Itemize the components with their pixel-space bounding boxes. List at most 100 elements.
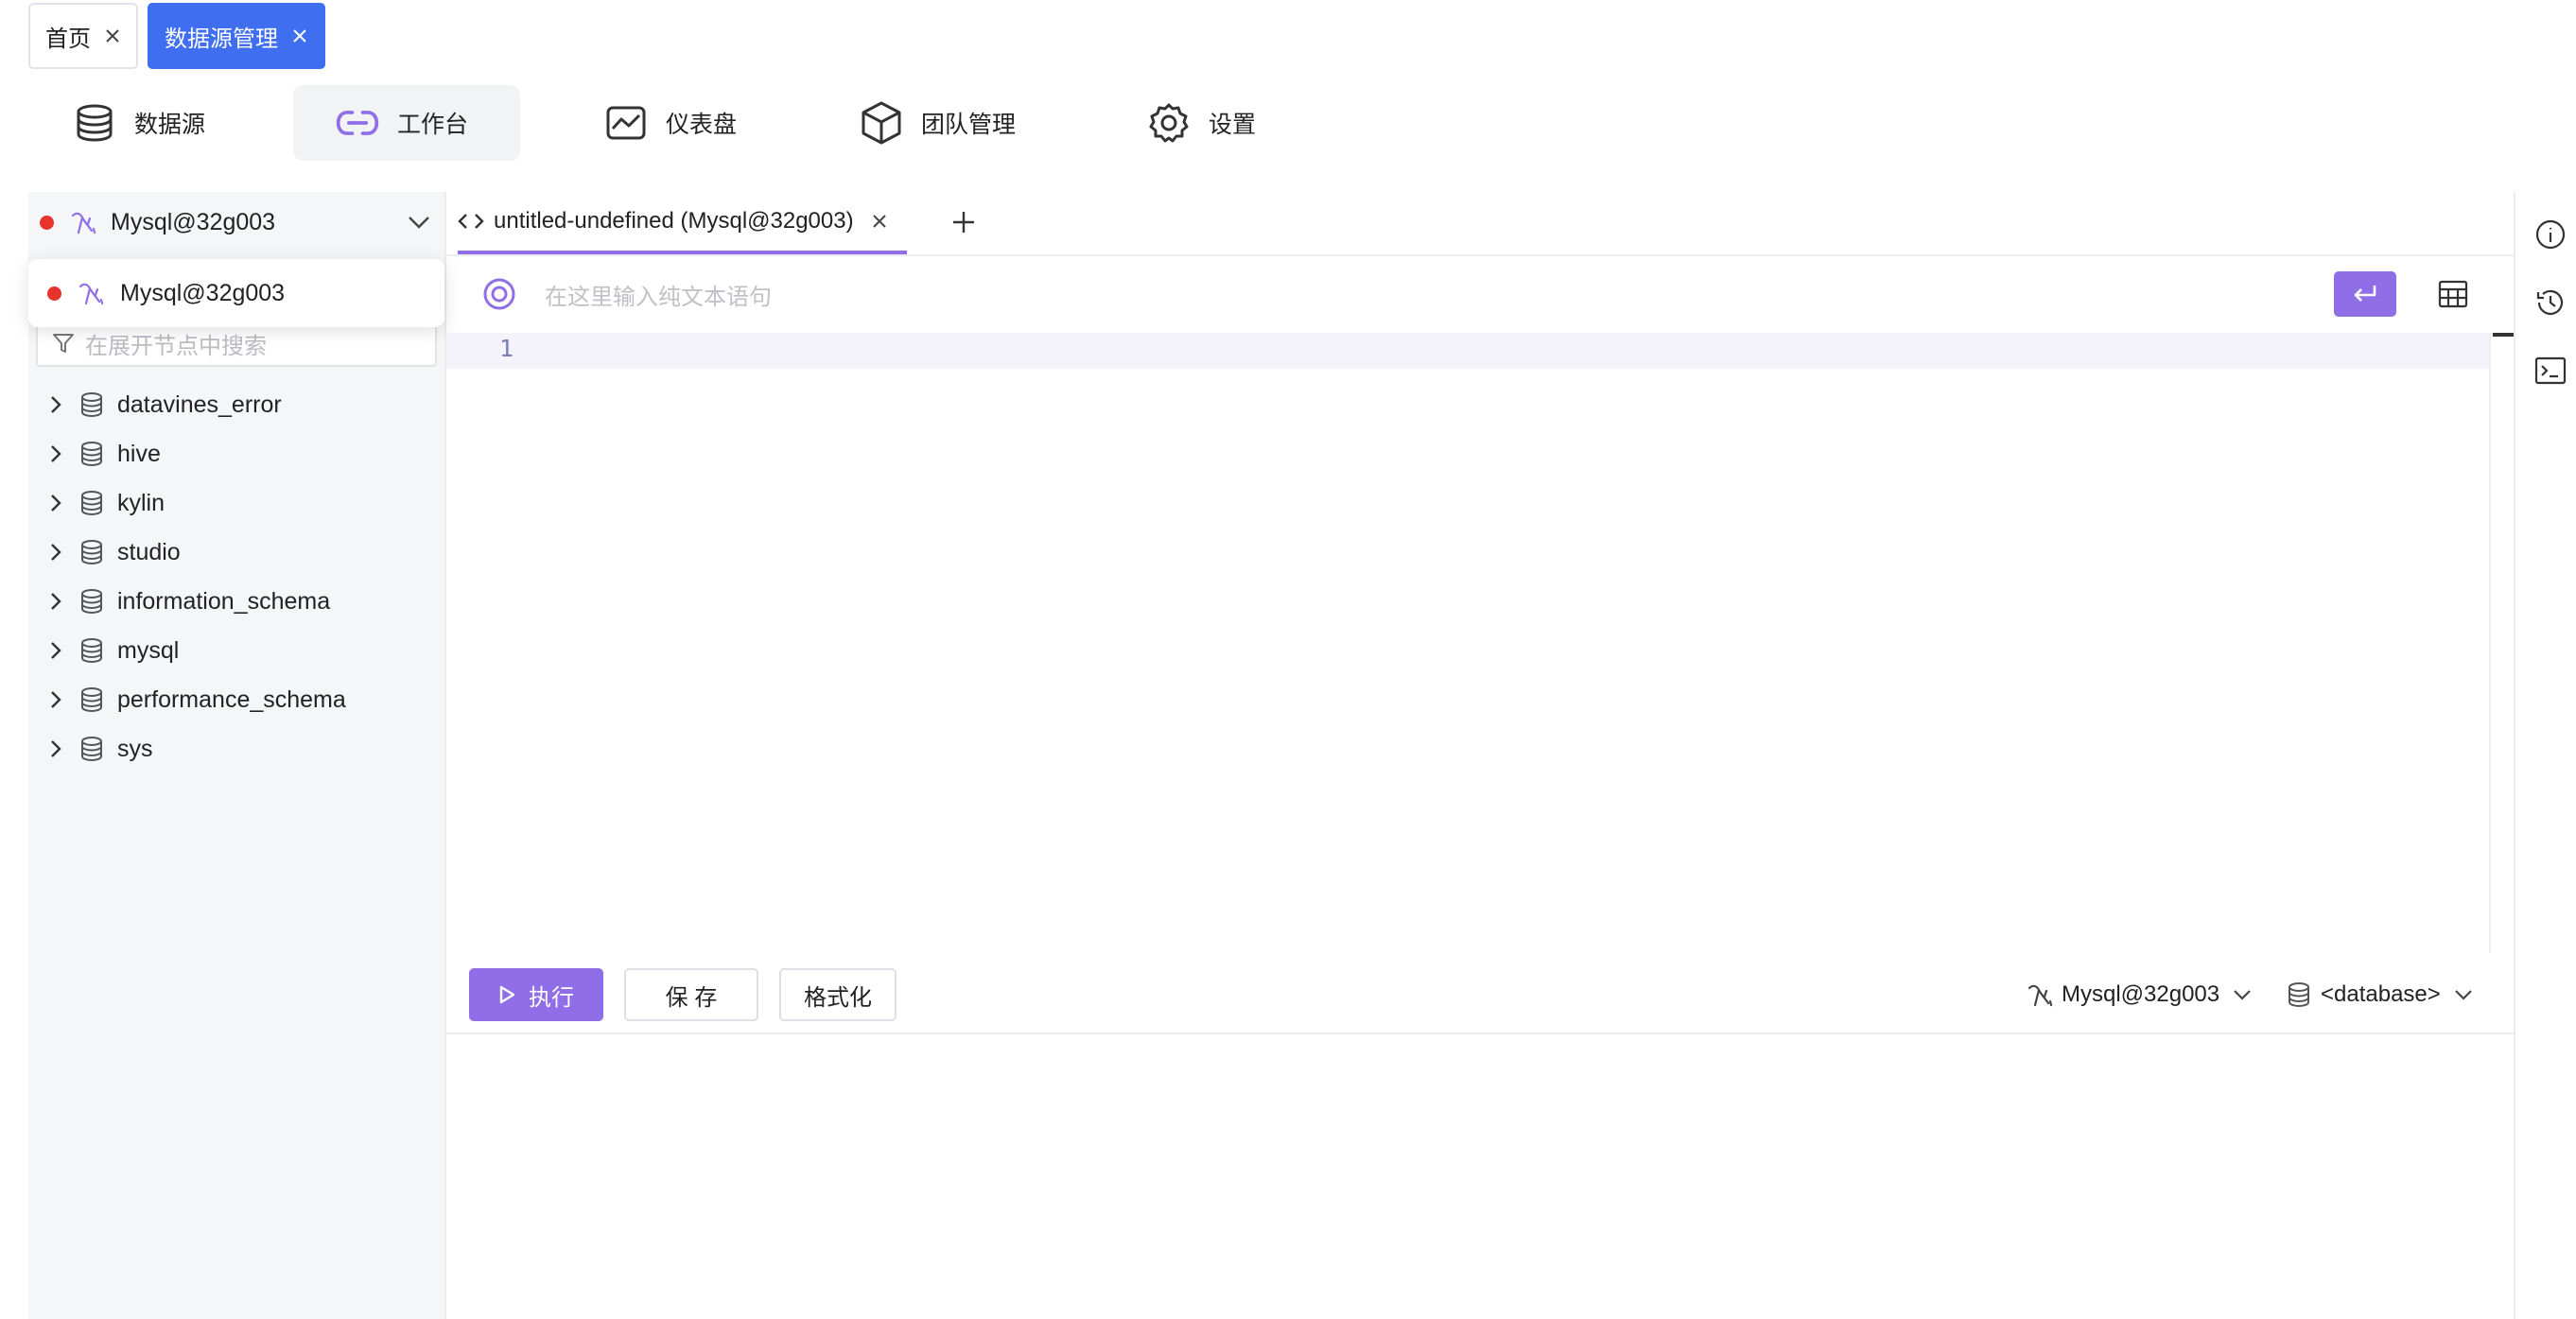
database-icon	[79, 539, 104, 565]
connection-select-value: Mysql@32g003	[2062, 981, 2220, 1007]
cube-icon	[859, 100, 904, 146]
datasource-option-label: Mysql@32g003	[120, 279, 286, 306]
tree-node-label: hive	[117, 440, 161, 467]
mysql-icon	[69, 208, 97, 236]
natural-language-input[interactable]: 在这里输入纯文本语句	[545, 278, 772, 311]
tree-node[interactable]: studio	[28, 528, 444, 577]
status-dot	[47, 286, 61, 301]
datasource-select[interactable]: Mysql@32g003	[28, 194, 444, 251]
database-icon	[79, 736, 104, 762]
datasource-option[interactable]: Mysql@32g003	[28, 279, 444, 307]
tree-node-label: information_schema	[117, 587, 331, 615]
status-dot	[40, 215, 54, 230]
tree-node-label: studio	[117, 538, 181, 565]
database-icon	[79, 637, 104, 664]
editor-tab-label: untitled-undefined (Mysql@32g003)	[494, 208, 854, 234]
tree-node-label: sys	[117, 735, 153, 762]
gear-icon	[1146, 100, 1192, 146]
page-tab-label: 首页	[45, 26, 91, 52]
connection-select[interactable]: Mysql@32g003	[2026, 968, 2252, 1021]
datasource-dropdown: Mysql@32g003	[28, 259, 444, 327]
nav-item-label: 团队管理	[921, 112, 1017, 138]
chevron-right-icon[interactable]	[49, 542, 70, 563]
chevron-down-icon	[2454, 989, 2473, 1000]
nav-item-label: 设置	[1209, 112, 1257, 138]
tree-node[interactable]: datavines_error	[28, 380, 444, 429]
chevron-right-icon[interactable]	[49, 394, 70, 415]
info-icon[interactable]	[2534, 218, 2567, 251]
page-tab-datasource-management[interactable]: 数据源管理	[148, 3, 325, 69]
terminal-icon[interactable]	[2534, 355, 2567, 387]
editor-divider	[2489, 333, 2491, 953]
table-icon[interactable]	[2438, 280, 2468, 308]
editor-tab[interactable]: untitled-undefined (Mysql@32g003)	[458, 192, 907, 254]
tree-node[interactable]: mysql	[28, 626, 444, 675]
nav-item-label: 数据源	[134, 112, 206, 138]
tree-node-label: datavines_error	[117, 390, 282, 418]
database-icon	[79, 490, 104, 516]
current-line-highlight	[446, 333, 2489, 369]
database-tree: datavines_error hive kylin studio inform…	[28, 380, 444, 773]
chevron-down-icon	[2233, 989, 2252, 1000]
editor-scroll-indicator	[2493, 333, 2514, 337]
mysql-icon	[2026, 981, 2054, 1009]
code-icon	[458, 212, 484, 231]
save-button-label: 保 存	[665, 984, 718, 1011]
line-number: 1	[499, 335, 514, 362]
save-button[interactable]: 保 存	[624, 968, 758, 1021]
chevron-right-icon[interactable]	[49, 591, 70, 612]
tree-node-label: mysql	[117, 636, 180, 664]
page-tab-home[interactable]: 首页	[28, 3, 138, 69]
tree-node[interactable]: performance_schema	[28, 675, 444, 724]
datasource-select-value: Mysql@32g003	[111, 208, 276, 235]
chevron-right-icon[interactable]	[49, 493, 70, 513]
nav-item-label: 工作台	[397, 112, 469, 138]
enter-button[interactable]	[2334, 271, 2396, 317]
nav-item-label: 仪表盘	[666, 112, 738, 138]
nav-item-dashboard[interactable]: 仪表盘	[603, 85, 756, 161]
database-icon	[79, 686, 104, 713]
add-tab-icon[interactable]	[951, 210, 976, 234]
tree-node[interactable]: hive	[28, 429, 444, 478]
natural-language-bar: 在这里输入纯文本语句	[446, 255, 2514, 335]
database-icon	[79, 391, 104, 418]
database-icon	[72, 100, 117, 146]
chart-icon	[603, 100, 649, 146]
tree-node[interactable]: information_schema	[28, 577, 444, 626]
tree-node-label: kylin	[117, 489, 165, 516]
nav-item-team-management[interactable]: 团队管理	[859, 85, 1035, 161]
run-button[interactable]: 执行	[469, 968, 603, 1021]
code-editor[interactable]	[446, 371, 2489, 953]
ai-icon	[482, 277, 516, 311]
tree-node[interactable]: sys	[28, 724, 444, 773]
editor-tab-bar: untitled-undefined (Mysql@32g003)	[446, 192, 2514, 256]
page-tab-label: 数据源管理	[165, 26, 278, 52]
tree-filter-placeholder: 在展开节点中搜索	[85, 333, 267, 359]
chevron-right-icon[interactable]	[49, 689, 70, 710]
chevron-right-icon[interactable]	[49, 640, 70, 661]
database-select[interactable]: <database>	[2287, 968, 2473, 1021]
history-icon[interactable]	[2534, 286, 2567, 319]
format-button[interactable]: 格式化	[779, 968, 896, 1021]
play-icon	[498, 984, 515, 1005]
database-icon	[79, 441, 104, 467]
nav-item-datasource[interactable]: 数据源	[72, 85, 224, 161]
close-icon[interactable]	[871, 213, 888, 230]
database-icon	[2287, 981, 2311, 1008]
run-button-label: 执行	[529, 984, 574, 1011]
database-select-value: <database>	[2321, 981, 2441, 1007]
filter-icon	[51, 331, 76, 356]
link-icon	[335, 100, 380, 146]
tree-node-label: performance_schema	[117, 686, 346, 713]
nav-item-settings[interactable]: 设置	[1146, 85, 1275, 161]
database-icon	[79, 588, 104, 615]
chevron-down-icon	[407, 215, 431, 230]
format-button-label: 格式化	[804, 984, 872, 1011]
mysql-icon	[77, 279, 105, 307]
tree-node[interactable]: kylin	[28, 478, 444, 528]
chevron-right-icon[interactable]	[49, 738, 70, 759]
close-icon[interactable]	[104, 27, 121, 44]
nav-item-workbench[interactable]: 工作台	[293, 85, 520, 161]
close-icon[interactable]	[291, 27, 308, 44]
chevron-right-icon[interactable]	[49, 443, 70, 464]
